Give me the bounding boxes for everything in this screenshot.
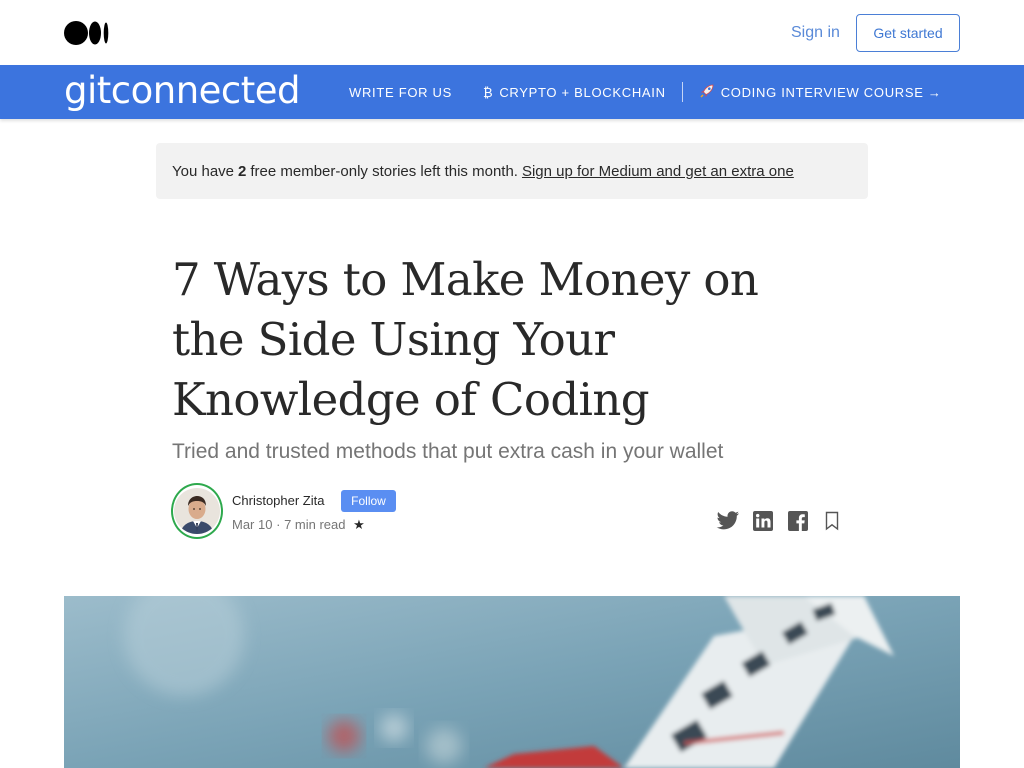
follow-button[interactable]: Follow	[341, 490, 396, 512]
banner-count: 2	[238, 162, 247, 180]
linkedin-icon[interactable]	[751, 509, 775, 533]
nav-write-for-us-label: WRITE FOR US	[349, 84, 453, 100]
banner-suffix: free member-only stories left this month…	[250, 162, 518, 180]
top-bar: Sign in Get started	[0, 0, 1024, 65]
rocket-icon	[699, 83, 715, 102]
article-title: 7 Ways to Make Money on the Side Using Y…	[172, 253, 759, 426]
nav-coding-interview-course[interactable]: CODING INTERVIEW COURSE →	[699, 83, 942, 102]
bookmark-icon[interactable]	[820, 509, 844, 533]
nav-divider	[681, 82, 683, 102]
facebook-icon[interactable]	[786, 509, 810, 533]
twitter-icon[interactable]	[716, 509, 740, 533]
nav-crypto-blockchain[interactable]: ₿ CRYPTO + BLOCKCHAIN	[483, 85, 666, 100]
get-started-button[interactable]: Get started	[856, 14, 960, 52]
nav-coding-interview-course-label: CODING INTERVIEW COURSE →	[720, 84, 942, 100]
meta-separator: ·	[276, 517, 281, 532]
article-meta: Mar 10 · 7 min read ★	[232, 516, 365, 534]
member-stories-banner: You have 2 free member-only stories left…	[156, 143, 868, 199]
banner-prefix: You have	[172, 162, 235, 180]
publication-bar: gitconnected WRITE FOR US ₿ CRYPTO + BLO…	[0, 65, 1024, 119]
article-subtitle: Tried and trusted methods that put extra…	[172, 440, 724, 463]
bitcoin-icon: ₿	[483, 84, 494, 100]
signup-extra-link[interactable]: Sign up for Medium and get an extra one	[522, 163, 794, 180]
nav-write-for-us[interactable]: WRITE FOR US	[349, 85, 452, 100]
nav-crypto-blockchain-label: CRYPTO + BLOCKCHAIN	[499, 84, 666, 100]
publication-nav: WRITE FOR US ₿ CRYPTO + BLOCKCHAIN CODIN…	[349, 65, 942, 119]
sign-in-link[interactable]: Sign in	[791, 22, 840, 44]
medium-logo-icon[interactable]	[64, 21, 110, 45]
hero-image	[64, 596, 960, 768]
author-avatar[interactable]	[171, 483, 223, 539]
publish-date[interactable]: Mar 10	[232, 517, 272, 532]
read-time: 7 min read	[284, 517, 346, 532]
member-star-icon: ★	[353, 517, 365, 532]
publication-logo[interactable]: gitconnected	[64, 69, 301, 113]
author-name[interactable]: Christopher Zita	[232, 492, 324, 510]
